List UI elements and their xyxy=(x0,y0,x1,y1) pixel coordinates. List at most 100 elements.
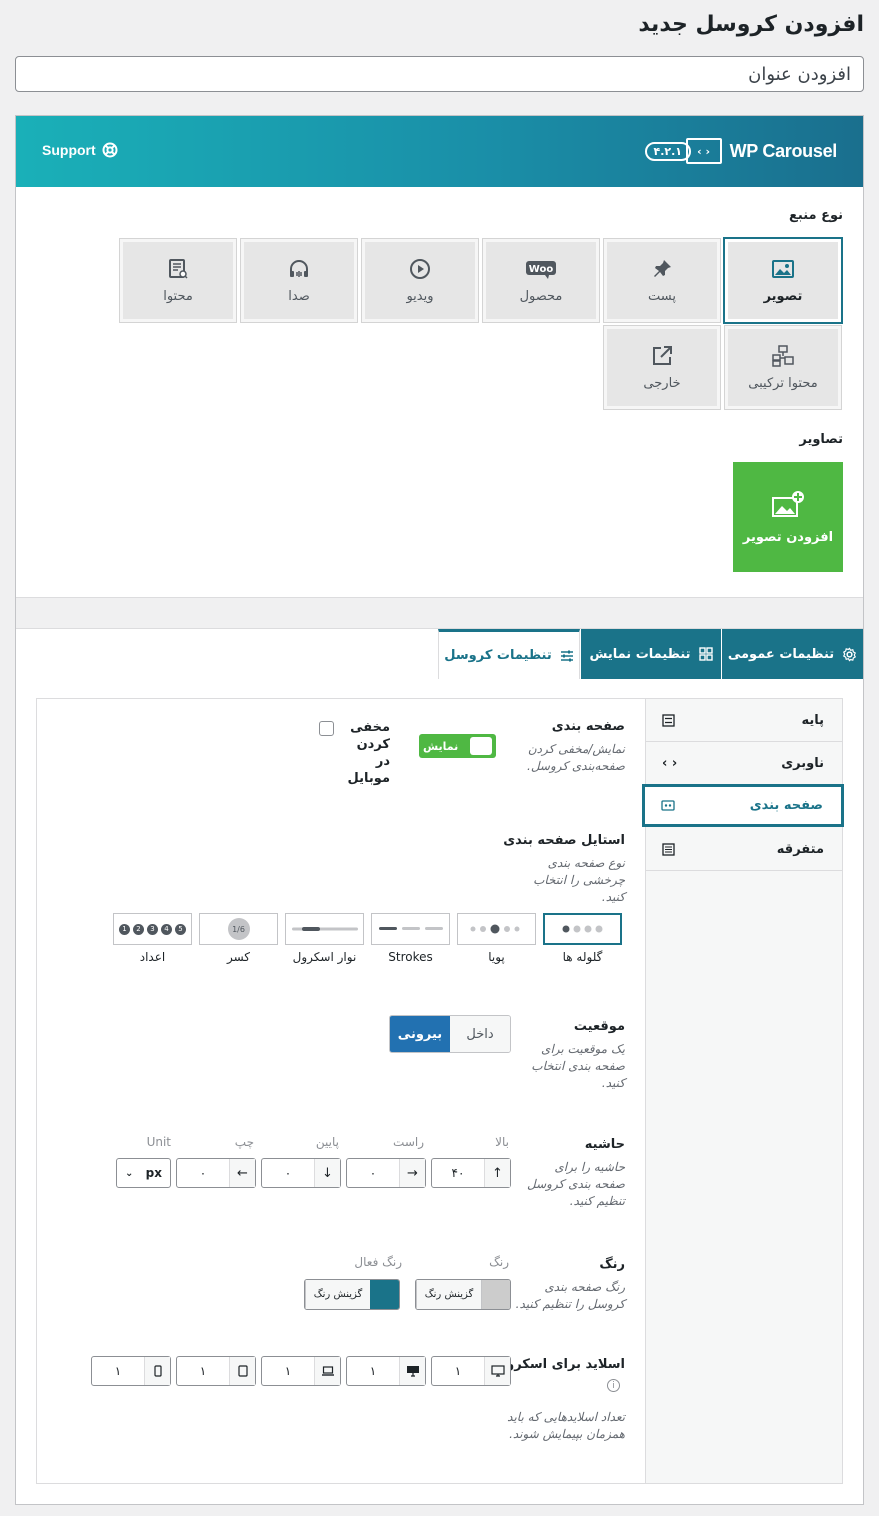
lifebuoy-icon xyxy=(102,142,118,158)
arrow-right-icon: → xyxy=(399,1159,425,1187)
position-outside-button[interactable]: بیرونی xyxy=(390,1016,450,1052)
pagination-desc: نمایش/مخفی کردن صفحه‌بندی کروسل. xyxy=(527,742,625,773)
margin-bottom-label: پایین xyxy=(315,1135,339,1149)
add-image-icon xyxy=(771,490,805,520)
scroll-value: ۱ xyxy=(114,1364,122,1378)
sidebar-item-misc[interactable]: متفرقه xyxy=(646,828,842,871)
info-icon[interactable]: i xyxy=(607,1379,620,1392)
source-tile-video[interactable]: ویدیو xyxy=(361,238,479,323)
source-tile-label: صدا xyxy=(288,289,310,304)
title-input[interactable]: افزودن عنوان xyxy=(15,56,864,92)
style-option-label: اعداد xyxy=(139,950,166,964)
margin-unit-label: Unit xyxy=(146,1135,171,1149)
margin-right-label: راست xyxy=(393,1135,424,1149)
banner: ‹ › WP Carousel ۴.۲.۱ Support xyxy=(16,116,863,187)
number-dot: 2 xyxy=(133,923,144,935)
pagination-toggle[interactable]: نمایش xyxy=(419,734,496,758)
color-picker-label: گزینش رنگ xyxy=(305,1280,370,1309)
style-option-scrollbar[interactable] xyxy=(285,913,364,945)
style-option-label: گلوله ها xyxy=(562,950,603,964)
scroll-laptop-input[interactable]: ۱ xyxy=(261,1356,341,1386)
margin-right-input[interactable]: ۰ → xyxy=(346,1158,426,1188)
color-picker-label: گزینش رنگ xyxy=(416,1280,481,1309)
style-desc: نوع صفحه بندی چرخشی را انتخاب کنید. xyxy=(533,856,625,904)
style-option-numbers[interactable]: 1 2 3 4 5 xyxy=(113,913,192,945)
tab-label: تنظیمات نمایش xyxy=(589,646,691,662)
margin-bottom-input[interactable]: ۰ ↓ xyxy=(261,1158,341,1188)
source-tile-mixed-content[interactable]: محتوا ترکیبی xyxy=(724,325,842,410)
mobile-icon xyxy=(144,1357,170,1385)
active-color-picker-button[interactable]: گزینش رنگ xyxy=(304,1279,400,1310)
brand-logo: ‹ › WP Carousel xyxy=(685,138,837,164)
sidebar-item-label: ناوبری xyxy=(781,755,824,771)
margin-value: ۰ xyxy=(199,1166,207,1180)
source-tile-label: محتوا ترکیبی xyxy=(748,376,818,391)
hide-mobile-label: مخفی کردن در موبایل xyxy=(347,720,390,786)
scroll-mobile-input[interactable]: ۱ xyxy=(91,1356,171,1386)
add-image-button[interactable]: افزودن تصویر xyxy=(733,462,843,572)
number-dot: 1 xyxy=(119,923,130,935)
title-input-value: افزودن عنوان xyxy=(748,63,851,85)
fraction-preview: 1/6 xyxy=(227,918,250,940)
scroll-desc: تعداد اسلایدهایی که باید همزمان بپیمایش … xyxy=(507,1410,625,1441)
position-inside-button[interactable]: داخل xyxy=(450,1016,510,1052)
settings-tabs: تنظیمات عمومی تنظیمات نمایش تنظیمات کروس… xyxy=(16,629,863,679)
source-tile-audio[interactable]: صدا xyxy=(240,238,358,323)
tab-display-settings[interactable]: تنظیمات نمایش xyxy=(581,629,721,679)
sidebar-item-label: متفرقه xyxy=(776,841,824,857)
style-option-fraction[interactable]: 1/6 xyxy=(199,913,278,945)
scroll-tablet-input[interactable]: ۱ xyxy=(176,1356,256,1386)
number-dot: 3 xyxy=(147,923,158,935)
margin-value: ۴۰ xyxy=(451,1166,465,1180)
style-option-strokes[interactable] xyxy=(371,913,450,945)
carousel-panel: ‹ › WP Carousel ۴.۲.۱ Support نوع منبع ت… xyxy=(15,115,864,1505)
pin-icon xyxy=(650,257,674,281)
tab-general-settings[interactable]: تنظیمات عمومی xyxy=(722,629,863,679)
style-option-dynamic[interactable] xyxy=(457,913,536,945)
basic-icon xyxy=(662,713,675,727)
style-option-label: Strokes xyxy=(388,950,433,964)
headphones-icon xyxy=(287,257,311,281)
grid-icon xyxy=(698,647,713,661)
tab-carousel-settings[interactable]: تنظیمات کروسل xyxy=(438,629,580,679)
arrow-down-icon: ↓ xyxy=(314,1159,340,1187)
scroll-desktop-input[interactable]: ۱ xyxy=(346,1356,426,1386)
tab-label: تنظیمات کروسل xyxy=(444,648,552,663)
color-picker-button[interactable]: گزینش رنگ xyxy=(415,1279,511,1310)
tab-label: تنظیمات عمومی xyxy=(727,646,835,662)
margin-value: ۰ xyxy=(369,1166,377,1180)
content-icon xyxy=(166,257,190,281)
arrow-left-icon: ← xyxy=(229,1159,255,1187)
color-title: رنگ xyxy=(599,1257,625,1272)
chevron-down-icon: ⌄ xyxy=(125,1167,134,1179)
source-type-label: نوع منبع xyxy=(789,208,843,223)
sidebar-item-navigation[interactable]: ناوبری ‹ › xyxy=(646,742,842,785)
source-tile-post[interactable]: پست xyxy=(603,238,721,323)
source-tile-label: پست xyxy=(648,289,676,304)
toggle-label: نمایش xyxy=(423,739,459,753)
margin-unit-select[interactable]: ⌄ px xyxy=(116,1158,171,1188)
hide-mobile-checkbox[interactable] xyxy=(319,721,334,736)
section-divider xyxy=(16,597,863,629)
source-tile-label: محتوا xyxy=(163,289,193,304)
source-tile-external[interactable]: خارجی xyxy=(603,325,721,410)
color-swatch xyxy=(370,1280,399,1309)
margin-left-input[interactable]: ۰ ← xyxy=(176,1158,256,1188)
scroll-value: ۱ xyxy=(369,1364,377,1378)
source-tile-image[interactable]: تصویر xyxy=(723,237,843,324)
source-tile-label: ویدیو xyxy=(406,289,434,304)
color-label: رنگ xyxy=(489,1255,509,1269)
sidebar-item-pagination[interactable]: صفحه بندی xyxy=(642,784,844,827)
source-tile-product[interactable]: Woo محصول xyxy=(482,238,600,323)
margin-value: ۰ xyxy=(284,1166,292,1180)
scroll-value: ۱ xyxy=(454,1364,462,1378)
support-link[interactable]: Support xyxy=(42,142,118,158)
style-option-bullets[interactable] xyxy=(543,913,622,945)
sidebar-item-label: صفحه بندی xyxy=(749,798,823,813)
margin-top-input[interactable]: ۴۰ ↑ xyxy=(431,1158,511,1188)
play-icon xyxy=(408,257,432,281)
sidebar-item-basic[interactable]: پایه xyxy=(646,699,842,742)
source-tile-content[interactable]: محتوا xyxy=(119,238,237,323)
pagination-icon xyxy=(661,800,675,811)
scroll-desktop-large-input[interactable]: ۱ xyxy=(431,1356,511,1386)
